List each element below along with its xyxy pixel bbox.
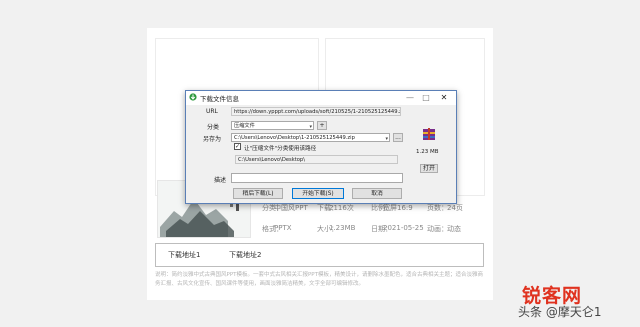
author-watermark: 头条 @摩天仑1 — [518, 305, 602, 319]
save-path-value: C:\Users\Lenovo\Desktop\1-210525125449.z… — [234, 135, 355, 141]
meta-downloads-value: 2116次 — [329, 204, 354, 212]
zip-archive-icon — [423, 128, 435, 140]
start-download-button[interactable]: 开始下载(S) — [292, 188, 344, 199]
download-link-2[interactable]: 下载地址2 — [229, 250, 261, 260]
open-button[interactable]: 打开 — [420, 164, 438, 173]
download-links-bar: 下载地址1 下载地址2 — [155, 243, 484, 267]
description-label: 描述 — [214, 177, 227, 184]
meta-format-value: PPTX — [274, 224, 292, 232]
meta-size-value: 1.23MB — [329, 224, 356, 232]
description-input[interactable] — [231, 173, 403, 183]
dialog-titlebar[interactable]: 下载文件信息 — □ ✕ — [186, 91, 456, 105]
download-file-info-dialog: 下载文件信息 — □ ✕ URL https://down.ypppt.com/… — [185, 90, 457, 204]
browse-button[interactable]: ... — [393, 133, 403, 142]
cancel-button[interactable]: 取消 — [352, 188, 402, 199]
meta-pages-label: 页数： — [427, 204, 448, 212]
download-manager-icon — [189, 93, 197, 101]
save-path-input[interactable]: C:\Users\Lenovo\Desktop\1-210525125449.z… — [231, 133, 390, 142]
meta-category-value[interactable]: 中国风PPT — [274, 203, 308, 213]
file-size-text: 1.23 MB — [416, 149, 439, 155]
template-description: 说明：简约淡雅中式古典国风PPT模板。一套中式古风相关汇报PPT模板，精美设计，… — [155, 272, 483, 287]
url-label: URL — [206, 108, 218, 115]
use-path-checkbox-label: 让"压缩文件"分类使用该路径 — [244, 146, 317, 152]
chevron-down-icon: ▾ — [385, 136, 388, 142]
download-link-1[interactable]: 下载地址1 — [168, 250, 200, 260]
meta-animation-value: 动态 — [447, 225, 461, 233]
category-select-value: 压缩文件 — [234, 123, 255, 129]
meta-pages-value: 24页 — [447, 204, 463, 212]
dialog-title: 下载文件信息 — [200, 95, 239, 103]
save-as-label: 另存为 — [203, 136, 222, 143]
download-later-button[interactable]: 稍后下载(L) — [233, 188, 283, 199]
add-category-button[interactable]: + — [317, 121, 327, 130]
meta-animation-label: 动画： — [427, 225, 448, 233]
chevron-down-icon: ▾ — [309, 124, 312, 130]
use-path-checkbox[interactable]: ✓ — [234, 143, 241, 150]
maximize-button[interactable]: □ — [420, 92, 432, 103]
category-select[interactable]: 压缩文件 ▾ — [231, 121, 314, 130]
meta-ratio-value: 宽屏16:9 — [383, 204, 413, 212]
category-path-field: C:\Users\Lenovo\Desktop\ — [235, 155, 398, 164]
url-field[interactable]: https://down.ypppt.com/uploads/soft/2105… — [231, 107, 401, 116]
meta-date-value: 2021-05-25 — [383, 224, 424, 232]
category-label: 分类 — [207, 124, 220, 131]
minimize-button[interactable]: — — [404, 92, 416, 103]
close-button[interactable]: ✕ — [438, 92, 450, 103]
